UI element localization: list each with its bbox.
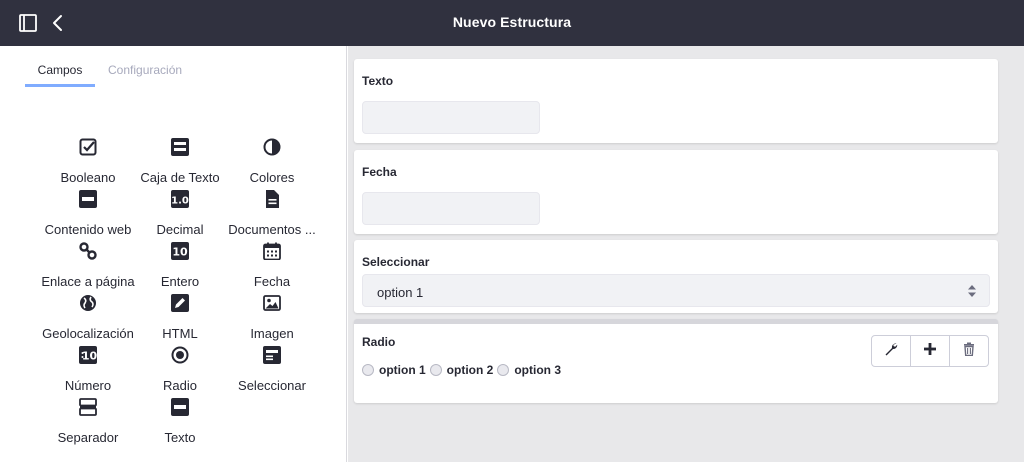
select-icon	[263, 346, 281, 364]
form-field-fecha[interactable]: Fecha	[354, 150, 998, 234]
calendar-icon	[263, 242, 281, 261]
field-colores[interactable]: Colores	[217, 138, 327, 190]
color-contrast-icon	[263, 138, 281, 156]
add-field-button[interactable]	[911, 336, 950, 366]
plus-icon	[923, 342, 937, 361]
radio-circle	[497, 364, 510, 376]
delete-field-button[interactable]	[950, 336, 988, 366]
checkbox-icon	[79, 138, 97, 156]
fields-sidebar: Campos Configuración Booleano Caja de Te…	[0, 46, 347, 462]
image-icon	[263, 294, 281, 312]
field-documentos[interactable]: Documentos ...	[217, 190, 327, 242]
form-builder-canvas: Texto Fecha Seleccionar option 1 Radio o…	[348, 46, 1024, 462]
field-label: Fecha	[362, 165, 397, 179]
globe-icon	[79, 294, 97, 312]
field-imagen[interactable]: Imagen	[217, 294, 327, 346]
text-icon	[171, 398, 189, 416]
field-label: Radio	[362, 335, 396, 349]
field-actions	[871, 335, 989, 367]
form-field-seleccionar[interactable]: Seleccionar option 1	[354, 240, 998, 313]
top-bar: Nuevo Estructura	[0, 0, 1024, 46]
radio-circle	[362, 364, 374, 376]
separator-icon	[79, 398, 97, 416]
link-icon	[79, 242, 97, 260]
pencil-icon	[171, 294, 189, 312]
field-fecha[interactable]: Fecha	[217, 242, 327, 294]
svg-text:1.0: 1.0	[171, 196, 189, 207]
radio-option-2[interactable]: option 2	[429, 363, 493, 377]
select-caret-icon	[967, 284, 977, 298]
fecha-input-preview	[362, 192, 540, 225]
field-seleccionar[interactable]: Seleccionar	[217, 346, 327, 398]
radio-circle	[429, 364, 442, 376]
decimal-icon: 1.0	[171, 190, 189, 208]
radio-icon	[171, 346, 189, 364]
number-icon: 10	[79, 346, 97, 364]
tab-campos[interactable]: Campos	[25, 60, 95, 87]
wrench-icon	[884, 342, 898, 361]
document-icon	[263, 190, 281, 208]
svg-text:10: 10	[172, 246, 188, 259]
field-label: Texto	[362, 74, 394, 88]
radio-option-3[interactable]: option 3	[497, 363, 561, 377]
page-title: Nuevo Estructura	[452, 14, 572, 30]
trash-icon	[962, 342, 976, 361]
form-field-texto[interactable]: Texto	[354, 59, 998, 143]
field-texto[interactable]: Texto	[125, 398, 235, 450]
svg-text:10: 10	[82, 350, 97, 363]
integer-icon: 10	[171, 242, 189, 260]
web-content-icon	[79, 190, 97, 208]
texto-input-preview	[362, 101, 540, 134]
tab-configuracion[interactable]: Configuración	[108, 60, 182, 77]
radio-options: option 1 option 2 option 3	[362, 362, 565, 378]
settings-button[interactable]	[872, 336, 911, 366]
select-value: option 1	[377, 285, 424, 300]
field-label: Seleccionar	[362, 255, 430, 269]
text-box-icon	[171, 138, 189, 156]
form-field-radio[interactable]: Radio option 1 option 2 option 3	[354, 319, 998, 403]
seleccionar-select[interactable]: option 1	[362, 274, 990, 307]
radio-option-1[interactable]: option 1	[362, 363, 426, 377]
